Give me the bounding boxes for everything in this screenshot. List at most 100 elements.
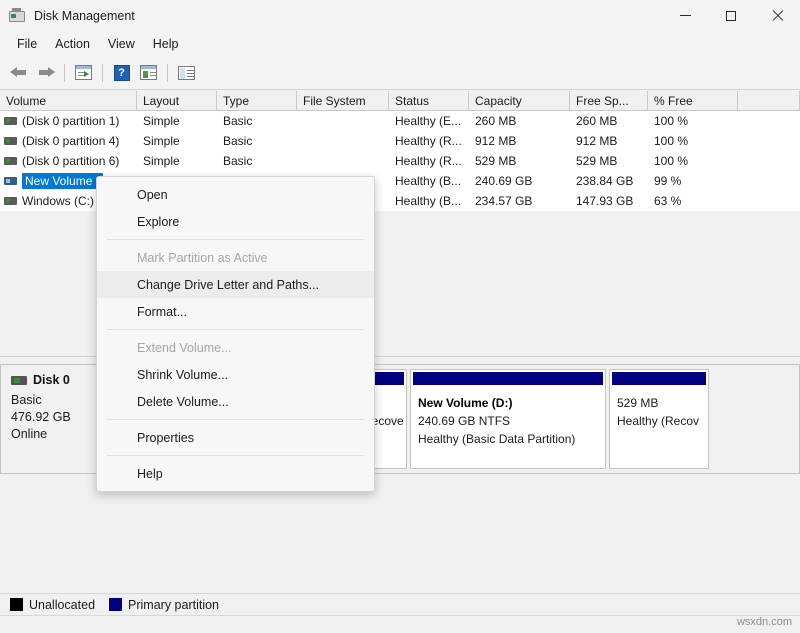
partition-block[interactable]: 529 MB Healthy (Recov (609, 369, 709, 469)
volume-label: (Disk 0 partition 6) (22, 154, 120, 168)
cell-layout: Simple (143, 114, 180, 128)
cell-free-space: 147.93 GB (576, 194, 634, 208)
menu-file[interactable]: File (8, 34, 46, 54)
volume-label: New Volume ( (22, 173, 103, 189)
back-button[interactable] (5, 60, 32, 86)
column-header-file-system[interactable]: File System (297, 91, 389, 111)
window-title: Disk Management (34, 8, 135, 23)
cell-volume: (Disk 0 partition 1) (0, 111, 137, 131)
maximize-button[interactable] (708, 0, 754, 31)
cell-type: Basic (223, 134, 253, 148)
menu-separator (107, 239, 364, 240)
legend-label: Primary partition (128, 597, 220, 612)
column-header-free-sp[interactable]: Free Sp... (570, 91, 648, 111)
column-header-status[interactable]: Status (389, 91, 469, 111)
legend-item: Primary partition (109, 598, 219, 612)
table-row[interactable]: (Disk 0 partition 1) Simple Basic Healthy (… (0, 111, 800, 131)
minimize-button[interactable] (662, 0, 708, 31)
show-hide-action-pane-icon (140, 65, 157, 80)
legend-swatch (109, 598, 123, 611)
menu-item-shrink-volume[interactable]: Shrink Volume... (97, 361, 374, 388)
cell-type: Basic (223, 154, 253, 168)
cell-percent-free: 100 % (654, 154, 689, 168)
cell-file-system (297, 131, 389, 151)
title-bar: Disk Management (0, 0, 800, 31)
column-header-type[interactable]: Type (217, 91, 297, 111)
menu-item-help[interactable]: Help (97, 460, 374, 487)
cell-capacity: 240.69 GB (475, 174, 533, 188)
help-button[interactable]: ? (108, 60, 135, 86)
window-controls (662, 0, 800, 31)
volume-label: (Disk 0 partition 1) (22, 114, 120, 128)
menu-separator (107, 329, 364, 330)
cell-status: Healthy (R... (395, 134, 462, 148)
table-row[interactable]: (Disk 0 partition 4) Simple Basic Healthy (… (0, 131, 800, 151)
menu-item-explore[interactable]: Explore (97, 208, 374, 235)
disk-icon (11, 375, 27, 385)
legend-label: Unallocated (29, 597, 96, 612)
column-header-layout[interactable]: Layout (137, 91, 217, 111)
menu-item-open[interactable]: Open (97, 181, 374, 208)
cell-status: Healthy (E... (395, 114, 462, 128)
legend: Unallocated Primary partition (0, 593, 800, 615)
menu-help[interactable]: Help (144, 34, 188, 54)
menu-view[interactable]: View (99, 34, 144, 54)
show-hide-console-tree-button[interactable] (70, 60, 97, 86)
partition-color-bar (413, 372, 603, 385)
toolbar-separator (167, 63, 168, 82)
partition-block[interactable]: New Volume (D:) 240.69 GB NTFS Healthy (Ba… (410, 369, 606, 469)
menu-action[interactable]: Action (46, 34, 99, 54)
partition-title: New Volume (D:) (418, 396, 513, 410)
toolbar-separator (64, 63, 65, 82)
volume-disk-icon (4, 117, 17, 125)
column-header-blank[interactable] (738, 91, 800, 111)
disk-name: Disk 0 (33, 373, 70, 387)
table-row[interactable]: (Disk 0 partition 6) Simple Basic Healthy (… (0, 151, 800, 171)
volume-disk-icon (4, 157, 17, 165)
status-bar (0, 615, 800, 633)
cell-file-system (297, 151, 389, 171)
cell-free-space: 912 MB (576, 134, 618, 148)
cell-percent-free: 100 % (654, 134, 689, 148)
column-header-free[interactable]: % Free (648, 91, 738, 111)
maximize-icon (726, 10, 736, 21)
cell-status: Healthy (B... (395, 194, 462, 208)
cell-capacity: 260 MB (475, 114, 517, 128)
column-header-capacity[interactable]: Capacity (469, 91, 570, 111)
show-hide-console-tree-icon (75, 65, 92, 80)
menu-item-change-drive-letter-and-paths[interactable]: Change Drive Letter and Paths... (97, 271, 374, 298)
forward-button[interactable] (32, 60, 59, 86)
cell-capacity: 234.57 GB (475, 194, 533, 208)
partition-status: Healthy (Recov (617, 414, 700, 428)
menu-item-format[interactable]: Format... (97, 298, 374, 325)
cell-volume: (Disk 0 partition 6) (0, 151, 137, 171)
partition-status: Healthy (Basic Data Partition) (418, 432, 576, 446)
cell-percent-free: 63 % (654, 194, 682, 208)
cell-type: Basic (223, 114, 253, 128)
menu-item-delete-volume[interactable]: Delete Volume... (97, 388, 374, 415)
cell-percent-free: 99 % (654, 174, 682, 188)
volume-disk-icon (4, 197, 17, 205)
disk-management-window: Disk Management File Action View Help ? (0, 0, 800, 633)
show-hide-action-pane-button[interactable] (135, 60, 162, 86)
cell-free-space: 260 MB (576, 114, 618, 128)
forward-icon (37, 66, 55, 79)
cell-layout: Simple (143, 154, 180, 168)
properties-button[interactable] (173, 60, 200, 86)
menu-separator (107, 419, 364, 420)
cell-status: Healthy (B... (395, 174, 462, 188)
cell-capacity: 529 MB (475, 154, 517, 168)
partition-size: 240.69 GB NTFS (418, 414, 511, 428)
cell-free-space: 529 MB (576, 154, 618, 168)
cell-free-space: 238.84 GB (576, 174, 634, 188)
cell-volume: (Disk 0 partition 4) (0, 131, 137, 151)
minimize-icon (679, 15, 691, 16)
volume-label: (Disk 0 partition 4) (22, 134, 120, 148)
menu-separator (107, 455, 364, 456)
column-header-volume[interactable]: Volume (0, 91, 137, 111)
close-button[interactable] (754, 0, 800, 31)
volume-label: Windows (C:) (22, 194, 95, 208)
menu-item-properties[interactable]: Properties (97, 424, 374, 451)
cell-layout: Simple (143, 134, 180, 148)
partition-color-bar (612, 372, 706, 385)
